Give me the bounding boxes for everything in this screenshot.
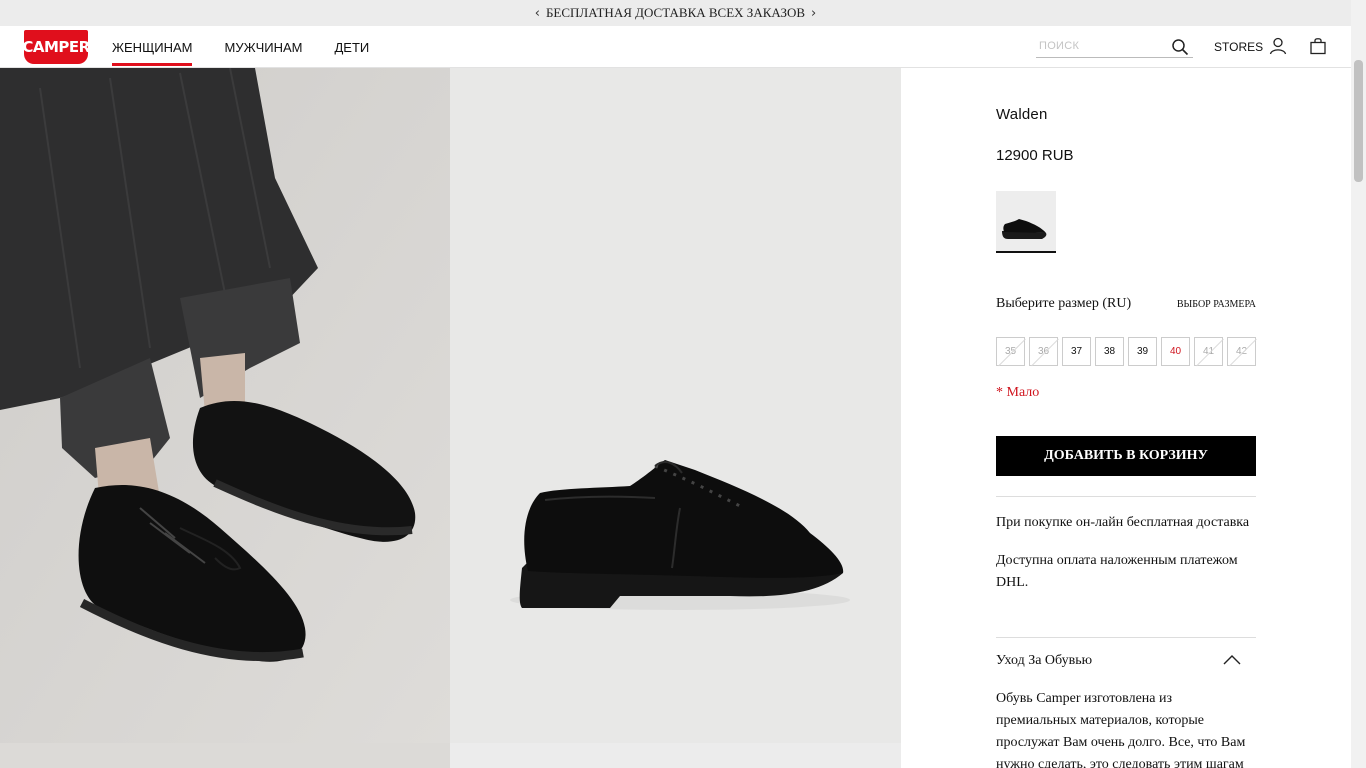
color-swatch[interactable]: [996, 191, 1056, 253]
search-box: [1036, 36, 1193, 58]
size-option[interactable]: 38: [1095, 337, 1124, 366]
size-option[interactable]: 40: [1161, 337, 1190, 366]
gallery-next-row-right: [450, 743, 901, 768]
size-option[interactable]: 41: [1194, 337, 1223, 366]
size-guide-link[interactable]: ВЫБОР РАЗМЕРА: [1177, 299, 1256, 310]
size-label: Выберите размер (RU): [996, 296, 1132, 311]
promo-bar: ‹ БЕСПЛАТНАЯ ДОСТАВКА ВСЕХ ЗАКАЗОВ ›: [0, 0, 1351, 26]
cart-icon[interactable]: [1308, 36, 1328, 56]
care-accordion-text: Обувь Camper изготовлена из премиальных …: [996, 691, 1246, 768]
product-photo-side[interactable]: [450, 68, 901, 743]
scrollbar-thumb[interactable]: [1354, 60, 1363, 182]
nav-women[interactable]: ЖЕНЩИНАМ: [112, 26, 193, 68]
size-option[interactable]: 36: [1029, 337, 1058, 366]
size-selector: 35 36 37 38 39 40 41 42: [996, 337, 1256, 366]
stores-link[interactable]: STORES: [1214, 26, 1263, 68]
product-price: 12900 RUB: [996, 147, 1074, 164]
payment-info: Доступна оплата наложенным платежом DHL.: [996, 553, 1238, 590]
search-input[interactable]: [1036, 36, 1166, 56]
account-icon[interactable]: [1268, 36, 1288, 56]
divider: [996, 496, 1256, 497]
swatch-shoe-image: [996, 191, 1056, 251]
camper-logo[interactable]: CAMPER: [22, 30, 90, 64]
lifestyle-image: [0, 68, 450, 743]
search-icon[interactable]: [1171, 38, 1189, 56]
main-nav: ЖЕНЩИНАМ МУЖЧИНАМ ДЕТИ: [112, 26, 401, 68]
size-option[interactable]: 37: [1062, 337, 1091, 366]
divider: [996, 637, 1256, 638]
size-option[interactable]: 35: [996, 337, 1025, 366]
nav-kids[interactable]: ДЕТИ: [334, 26, 369, 68]
site-header: CAMPER ЖЕНЩИНАМ МУЖЧИНАМ ДЕТИ STORES: [0, 26, 1351, 68]
care-accordion-title[interactable]: Уход За Обувью: [996, 653, 1092, 669]
size-option[interactable]: 42: [1227, 337, 1256, 366]
product-photo-lifestyle[interactable]: [0, 68, 450, 743]
shipping-info: При покупке он-лайн бесплатная доставка: [996, 515, 1250, 530]
nav-men[interactable]: МУЖЧИНАМ: [224, 26, 302, 68]
promo-text: БЕСПЛАТНАЯ ДОСТАВКА ВСЕХ ЗАКАЗОВ: [545, 5, 806, 20]
low-stock-note: * Мало: [996, 385, 1040, 400]
chevron-up-icon[interactable]: [1222, 652, 1242, 668]
shoe-image: [450, 68, 901, 743]
promo-prev-icon[interactable]: ‹: [535, 6, 540, 21]
gallery-next-row-left: [0, 743, 450, 768]
product-name: Walden: [996, 106, 1048, 123]
promo-next-icon[interactable]: ›: [811, 6, 816, 21]
size-option[interactable]: 39: [1128, 337, 1157, 366]
page-scrollbar[interactable]: [1351, 0, 1366, 768]
add-to-cart-button[interactable]: ДОБАВИТЬ В КОРЗИНУ: [996, 436, 1256, 476]
